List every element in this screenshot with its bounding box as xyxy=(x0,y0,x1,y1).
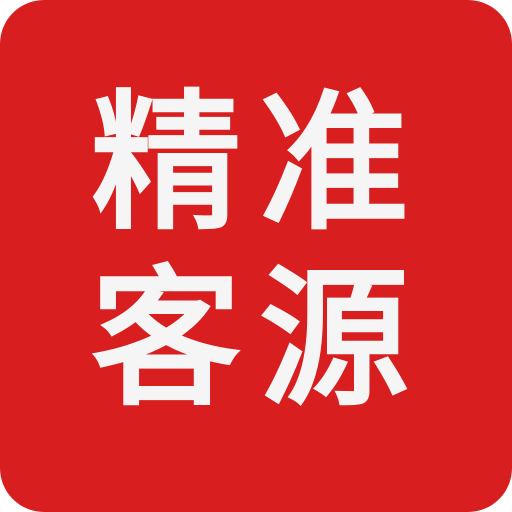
icon-char-jing: 精 xyxy=(90,77,241,251)
icon-char-zhun: 准 xyxy=(258,77,409,251)
icon-char-yuan: 源 xyxy=(258,253,409,427)
icon-char-ke: 客 xyxy=(90,253,241,427)
app-icon[interactable]: 精 准 客 源 xyxy=(0,0,512,512)
